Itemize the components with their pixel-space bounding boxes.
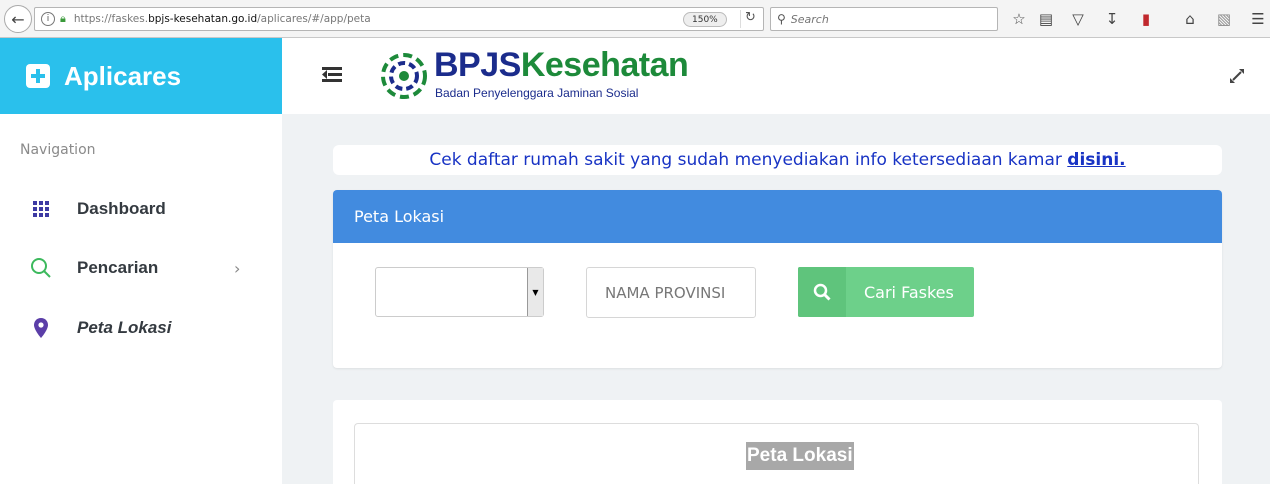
notice-banner: Cek daftar rumah sakit yang sudah menyed… bbox=[333, 145, 1222, 175]
extension-icon[interactable]: ▧ bbox=[1214, 9, 1234, 29]
pocket-icon[interactable]: ▽ bbox=[1068, 9, 1088, 29]
sidebar-item-peta-lokasi[interactable]: Peta Lokasi bbox=[0, 308, 282, 348]
brand-title[interactable]: Aplicares bbox=[64, 61, 181, 92]
sidebar-item-label: Peta Lokasi bbox=[77, 318, 172, 337]
grid-icon bbox=[30, 198, 52, 220]
flash-icon[interactable]: ▮ bbox=[1136, 9, 1156, 29]
map-pin-icon bbox=[30, 317, 52, 339]
browser-search-input[interactable] bbox=[790, 12, 981, 26]
notice-link[interactable]: disini. bbox=[1067, 150, 1125, 170]
top-header: BPJSKesehatan Badan Penyelenggara Jamina… bbox=[282, 38, 1270, 114]
browser-toolbar: ← i 🔒︎ https://faskes.bpjs-kesehatan.go.… bbox=[0, 0, 1270, 38]
address-bar[interactable]: i 🔒︎ https://faskes.bpjs-kesehatan.go.id… bbox=[34, 7, 764, 31]
reload-icon[interactable]: ↻ bbox=[740, 10, 760, 28]
dropdown-arrow-icon[interactable]: ▼ bbox=[527, 268, 543, 316]
province-select[interactable]: NAMA PROVINSI bbox=[586, 267, 756, 318]
logo-title: BPJSKesehatan bbox=[434, 46, 689, 84]
bpjs-logo-icon bbox=[381, 53, 427, 99]
download-icon[interactable]: ↧ bbox=[1102, 9, 1122, 29]
brand-bar: Aplicares bbox=[0, 38, 282, 114]
sidebar-toggle-icon[interactable] bbox=[322, 67, 342, 83]
zoom-indicator[interactable]: 150% bbox=[683, 12, 727, 27]
logo-subtitle: Badan Penyelenggara Jaminan Sosial bbox=[435, 86, 639, 100]
url-text[interactable]: https://faskes.bpjs-kesehatan.go.id/apli… bbox=[74, 13, 371, 25]
search-panel: Peta Lokasi ▼ NAMA PROVINSI Cari Faskes bbox=[333, 190, 1222, 368]
search-icon: ⚲ bbox=[777, 12, 786, 26]
bookmark-star-icon[interactable]: ☆ bbox=[1009, 9, 1029, 29]
menu-icon[interactable]: ☰ bbox=[1248, 9, 1268, 29]
sidebar-item-label: Pencarian bbox=[77, 258, 159, 277]
sidebar-item-label: Dashboard bbox=[77, 199, 166, 218]
reading-list-icon[interactable]: ▤ bbox=[1036, 9, 1056, 29]
nav-heading: Navigation bbox=[20, 142, 96, 158]
map-title: Peta Lokasi bbox=[746, 442, 854, 470]
sidebar: Navigation Dashboard Pencarian › Peta Lo… bbox=[0, 114, 282, 484]
browser-search-box[interactable]: ⚲ bbox=[770, 7, 998, 31]
map-container: Peta Lokasi bbox=[354, 423, 1199, 484]
fullscreen-expand-icon[interactable] bbox=[1227, 66, 1247, 86]
map-panel: Peta Lokasi bbox=[333, 400, 1222, 484]
notice-text: Cek daftar rumah sakit yang sudah menyed… bbox=[429, 150, 1068, 170]
cari-faskes-label: Cari Faskes bbox=[864, 282, 954, 302]
sidebar-item-pencarian[interactable]: Pencarian › bbox=[0, 248, 282, 288]
panel-title: Peta Lokasi bbox=[333, 190, 1222, 243]
cari-faskes-button[interactable]: Cari Faskes bbox=[798, 267, 974, 317]
plus-icon bbox=[26, 64, 50, 88]
back-arrow-icon[interactable]: ← bbox=[4, 5, 32, 33]
faskes-type-select[interactable]: ▼ bbox=[375, 267, 544, 317]
search-icon bbox=[798, 267, 846, 317]
lock-icon[interactable]: 🔒︎ bbox=[60, 12, 66, 26]
home-icon[interactable]: ⌂ bbox=[1180, 9, 1200, 29]
chevron-right-icon: › bbox=[234, 258, 241, 278]
info-icon[interactable]: i bbox=[41, 12, 55, 26]
province-placeholder: NAMA PROVINSI bbox=[605, 284, 726, 302]
search-icon bbox=[30, 257, 52, 279]
sidebar-item-dashboard[interactable]: Dashboard bbox=[0, 189, 282, 229]
